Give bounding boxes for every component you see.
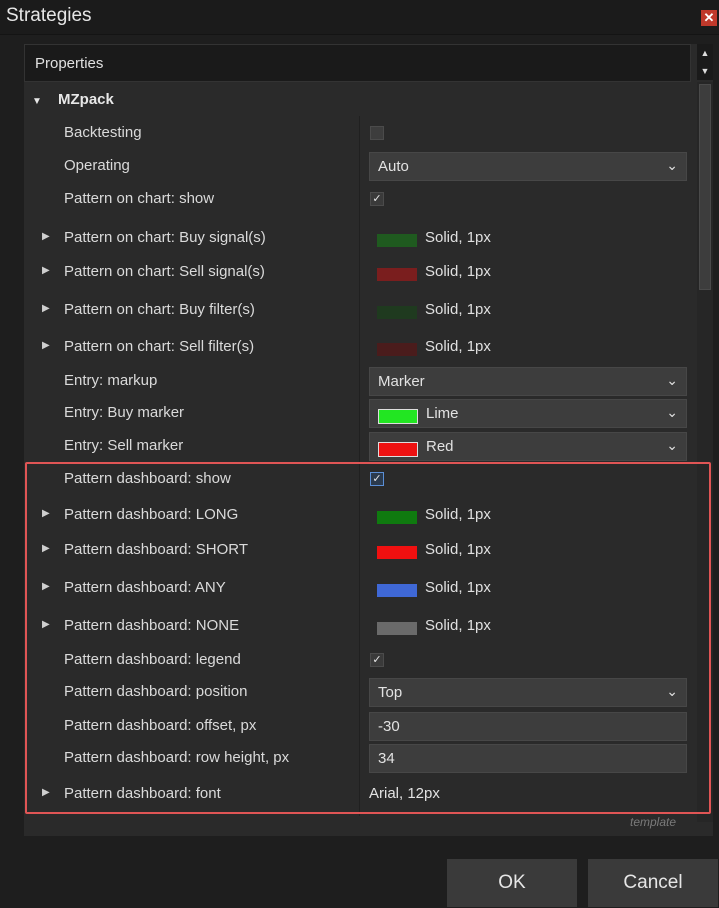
properties-title: Properties bbox=[35, 55, 104, 72]
close-icon[interactable]: ✕ bbox=[701, 10, 717, 26]
entry-sell-marker-dropdown[interactable]: Red ⌄ bbox=[369, 432, 687, 461]
operating-dropdown[interactable]: Auto ⌄ bbox=[369, 152, 687, 181]
expand-icon[interactable]: ▶ bbox=[42, 303, 50, 314]
pattern-chart-show-checkbox[interactable]: ✓ bbox=[370, 192, 384, 206]
entry-buy-marker-dropdown[interactable]: Lime ⌄ bbox=[369, 399, 687, 428]
row-label: Pattern on chart: Sell signal(s) bbox=[64, 263, 265, 280]
row-label: Operating bbox=[64, 157, 130, 174]
row-entry-markup: Entry: markup Marker ⌄ bbox=[36, 366, 692, 398]
dropdown-value: Auto bbox=[378, 158, 409, 175]
chevron-down-icon: ⌄ bbox=[666, 404, 678, 420]
row-label: Entry: markup bbox=[64, 372, 158, 389]
row-label: Pattern on chart: Buy signal(s) bbox=[64, 229, 266, 246]
chevron-down-icon: ⌄ bbox=[666, 157, 678, 173]
template-link[interactable]: template bbox=[630, 815, 676, 829]
row-label: Pattern on chart: show bbox=[64, 190, 215, 207]
caret-down-icon[interactable]: ▼ bbox=[32, 96, 46, 107]
row-backtesting: Backtesting bbox=[36, 118, 692, 150]
color-swatch bbox=[378, 442, 418, 457]
scrollbar-thumb[interactable] bbox=[699, 84, 711, 290]
scroll-spinner[interactable]: ▲ ▼ bbox=[697, 44, 713, 80]
row-sell-filters: ▶ Pattern on chart: Sell filter(s) Solid… bbox=[36, 332, 692, 364]
dropdown-value: Red bbox=[426, 438, 454, 455]
stroke-value[interactable]: Solid, 1px bbox=[425, 229, 491, 246]
row-buy-filters: ▶ Pattern on chart: Buy filter(s) Solid,… bbox=[36, 295, 692, 327]
color-swatch bbox=[378, 409, 418, 424]
row-label: Entry: Sell marker bbox=[64, 437, 184, 454]
expand-icon[interactable]: ▶ bbox=[42, 265, 50, 276]
title-bar: Strategies ✕ bbox=[0, 0, 719, 35]
color-swatch[interactable] bbox=[377, 234, 417, 247]
row-sell-signals: ▶ Pattern on chart: Sell signal(s) Solid… bbox=[36, 257, 692, 289]
row-buy-signals: ▶ Pattern on chart: Buy signal(s) Solid,… bbox=[36, 223, 692, 255]
cancel-button[interactable]: Cancel bbox=[588, 859, 718, 907]
highlight-annotation bbox=[25, 462, 711, 814]
row-operating: Operating Auto ⌄ bbox=[36, 151, 692, 183]
color-swatch[interactable] bbox=[377, 343, 417, 356]
dropdown-value: Marker bbox=[378, 373, 425, 390]
dropdown-value: Lime bbox=[426, 405, 459, 422]
stroke-value[interactable]: Solid, 1px bbox=[425, 338, 491, 355]
properties-header: Properties bbox=[24, 44, 691, 82]
group-mzpack[interactable]: ▼ MZpack bbox=[32, 91, 114, 113]
chevron-down-icon: ⌄ bbox=[666, 372, 678, 388]
backtesting-checkbox[interactable] bbox=[370, 126, 384, 140]
spin-down-icon[interactable]: ▼ bbox=[697, 62, 713, 80]
row-entry-buy-marker: Entry: Buy marker Lime ⌄ bbox=[36, 398, 692, 430]
stroke-value[interactable]: Solid, 1px bbox=[425, 301, 491, 318]
spin-up-icon[interactable]: ▲ bbox=[697, 44, 713, 62]
group-label: MZpack bbox=[58, 91, 114, 108]
row-label: Entry: Buy marker bbox=[64, 404, 185, 421]
row-label: Pattern on chart: Buy filter(s) bbox=[64, 301, 255, 318]
row-label: Pattern on chart: Sell filter(s) bbox=[64, 338, 255, 355]
row-entry-sell-marker: Entry: Sell marker Red ⌄ bbox=[36, 431, 692, 463]
window-title: Strategies bbox=[6, 5, 92, 26]
ok-button[interactable]: OK bbox=[447, 859, 577, 907]
expand-icon[interactable]: ▶ bbox=[42, 231, 50, 242]
chevron-down-icon: ⌄ bbox=[666, 437, 678, 453]
expand-icon[interactable]: ▶ bbox=[42, 340, 50, 351]
entry-markup-dropdown[interactable]: Marker ⌄ bbox=[369, 367, 687, 396]
row-label: Backtesting bbox=[64, 124, 142, 141]
color-swatch[interactable] bbox=[377, 306, 417, 319]
color-swatch[interactable] bbox=[377, 268, 417, 281]
stroke-value[interactable]: Solid, 1px bbox=[425, 263, 491, 280]
row-pattern-chart-show: Pattern on chart: show ✓ bbox=[36, 184, 692, 216]
